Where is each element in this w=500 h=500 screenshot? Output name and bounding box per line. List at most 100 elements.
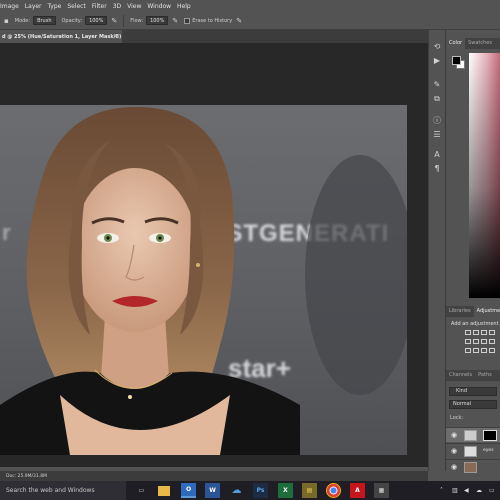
- menu-layer[interactable]: Layer: [25, 3, 42, 10]
- tab-swatches[interactable]: Swatches: [465, 38, 495, 49]
- mode-label: Mode:: [14, 17, 31, 24]
- blend-mode-select[interactable]: Normal: [449, 400, 497, 409]
- layer-row[interactable]: ◉: [446, 427, 500, 442]
- close-tab-icon[interactable]: ×: [113, 33, 118, 40]
- media-player-icon[interactable]: ▤: [302, 483, 317, 498]
- tab-libraries[interactable]: Libraries: [446, 306, 474, 317]
- lock-label: Lock:: [450, 415, 464, 421]
- flow-label: Flow:: [130, 17, 144, 24]
- properties-icon[interactable]: ☰: [432, 130, 442, 140]
- history-icon[interactable]: ⟲: [432, 42, 442, 52]
- airbrush-icon[interactable]: ✎: [172, 17, 178, 25]
- photoshop-icon[interactable]: Ps: [253, 483, 268, 498]
- layer-filter-kind[interactable]: Kind: [449, 387, 497, 396]
- menu-image[interactable]: Image: [0, 3, 19, 10]
- right-panels: Color Swatches Libraries Adjustments Add…: [445, 30, 500, 474]
- menu-view[interactable]: View: [127, 3, 141, 10]
- threshold-icon[interactable]: [481, 348, 487, 353]
- chrome-icon[interactable]: [326, 483, 341, 498]
- tab-adjustments[interactable]: Adjustments: [473, 306, 500, 317]
- menu-help[interactable]: Help: [177, 3, 191, 10]
- eraser-preset-icon[interactable]: ▪: [4, 17, 9, 25]
- menu-filter[interactable]: Filter: [92, 3, 107, 10]
- curves-icon[interactable]: [481, 330, 487, 335]
- color-panel-tabs: Color Swatches: [446, 38, 500, 49]
- divider: [123, 14, 125, 27]
- acrobat-icon[interactable]: A: [350, 483, 365, 498]
- adjustments-title: Add an adjustment: [451, 321, 499, 327]
- opacity-field[interactable]: 100%: [85, 16, 108, 25]
- clone-source-icon[interactable]: ⧉: [432, 94, 442, 104]
- status-bar: Doc: 25.9M/31.8M: [0, 471, 428, 481]
- file-explorer-icon[interactable]: [158, 486, 170, 496]
- actions-play-icon[interactable]: ▶: [432, 56, 442, 66]
- task-view-icon[interactable]: ▭: [134, 483, 149, 498]
- black-white-icon[interactable]: [489, 339, 495, 344]
- excel-icon[interactable]: X: [278, 483, 293, 498]
- taskbar-search-text: Search the web and Windows: [6, 487, 95, 494]
- portrait-image: [0, 106, 407, 455]
- brush-preset-icon[interactable]: ✎: [432, 80, 442, 90]
- layer-thumb: [464, 446, 477, 457]
- color-picker-field[interactable]: [469, 53, 500, 298]
- tab-channels[interactable]: Channels: [446, 370, 475, 381]
- canvas-area[interactable]: RSTGENERATI star+ r: [0, 43, 428, 467]
- gradient-map-icon[interactable]: [489, 348, 495, 353]
- menu-3d[interactable]: 3D: [113, 3, 121, 10]
- calculator-icon[interactable]: ▦: [374, 483, 389, 498]
- photo-canvas[interactable]: RSTGENERATI star+ r: [0, 105, 407, 455]
- character-icon[interactable]: A: [432, 150, 442, 160]
- levels-icon[interactable]: [473, 330, 479, 335]
- layer-row[interactable]: ◉ eyes: [446, 443, 500, 458]
- foreground-color-swatch[interactable]: [452, 56, 461, 65]
- word-icon[interactable]: W: [205, 483, 220, 498]
- outlook-icon[interactable]: O: [181, 483, 196, 498]
- options-bar: ▪ Mode: Brush Opacity: 100% ✎ Flow: 100%…: [0, 12, 500, 30]
- volume-icon[interactable]: ◀: [464, 481, 469, 500]
- exposure-icon[interactable]: [489, 330, 495, 335]
- layer-mask-thumb[interactable]: [483, 430, 497, 441]
- vibrance-icon[interactable]: [465, 339, 471, 344]
- color-balance-icon[interactable]: [481, 339, 487, 344]
- tray-chevron-icon[interactable]: ˄: [440, 481, 443, 500]
- windows-taskbar: Search the web and Windows ▭ O W ☁ Ps X …: [0, 481, 500, 500]
- brightness-icon[interactable]: [465, 330, 471, 335]
- doc-size-text: Doc: 25.9M/31.8M: [6, 473, 47, 479]
- adjustment-icons: [464, 329, 498, 356]
- taskbar-search-box[interactable]: Search the web and Windows: [0, 481, 126, 500]
- document-tab[interactable]: d @ 25% (Hue/Saturation 1, Layer Mask/8)…: [0, 30, 122, 43]
- info-icon[interactable]: ⓘ: [432, 116, 442, 126]
- adjustment-layer-thumb: [464, 430, 477, 441]
- hue-saturation-icon[interactable]: [473, 339, 479, 344]
- layer-row[interactable]: ◉: [446, 459, 500, 474]
- visibility-eye-icon[interactable]: ◉: [451, 463, 457, 471]
- onedrive-tray-icon[interactable]: ☁: [476, 481, 482, 500]
- tab-color[interactable]: Color: [446, 38, 466, 49]
- tab-paths[interactable]: Paths: [475, 370, 495, 381]
- posterize-icon[interactable]: [473, 348, 479, 353]
- opacity-label: Opacity:: [61, 17, 83, 24]
- menu-window[interactable]: Window: [147, 3, 171, 10]
- onedrive-icon[interactable]: ☁: [229, 483, 244, 498]
- paragraph-icon[interactable]: ¶: [432, 164, 442, 174]
- menu-type[interactable]: Type: [48, 3, 62, 10]
- erase-to-history-label: Erase to History: [192, 17, 233, 24]
- layer-name: eyes: [483, 448, 494, 453]
- flow-field[interactable]: 100%: [146, 16, 169, 25]
- visibility-eye-icon[interactable]: ◉: [451, 431, 457, 439]
- adjustments-panel-tabs: Libraries Adjustments: [446, 306, 500, 317]
- layers-panel-tabs: Channels Paths: [446, 370, 500, 381]
- menu-bar: Image Layer Type Select Filter 3D View W…: [0, 0, 500, 12]
- erase-to-history-checkbox[interactable]: [184, 17, 191, 24]
- menu-select[interactable]: Select: [67, 3, 86, 10]
- invert-icon[interactable]: [465, 348, 471, 353]
- document-tab-bar: d @ 25% (Hue/Saturation 1, Layer Mask/8)…: [0, 30, 445, 43]
- network-icon[interactable]: ▥: [452, 481, 458, 500]
- visibility-eye-icon[interactable]: ◉: [451, 447, 457, 455]
- panel-icon-strip: ⟲ ▶ ✎ ⧉ ⓘ ☰ A ¶: [428, 30, 445, 471]
- pressure-size-icon[interactable]: ✎: [236, 17, 242, 25]
- pressure-opacity-icon[interactable]: ✎: [111, 17, 117, 25]
- mode-select[interactable]: Brush: [33, 16, 56, 25]
- notification-icon[interactable]: ▭: [489, 481, 495, 500]
- document-tab-title: d @ 25% (Hue/Saturation 1, Layer Mask/8): [2, 33, 122, 40]
